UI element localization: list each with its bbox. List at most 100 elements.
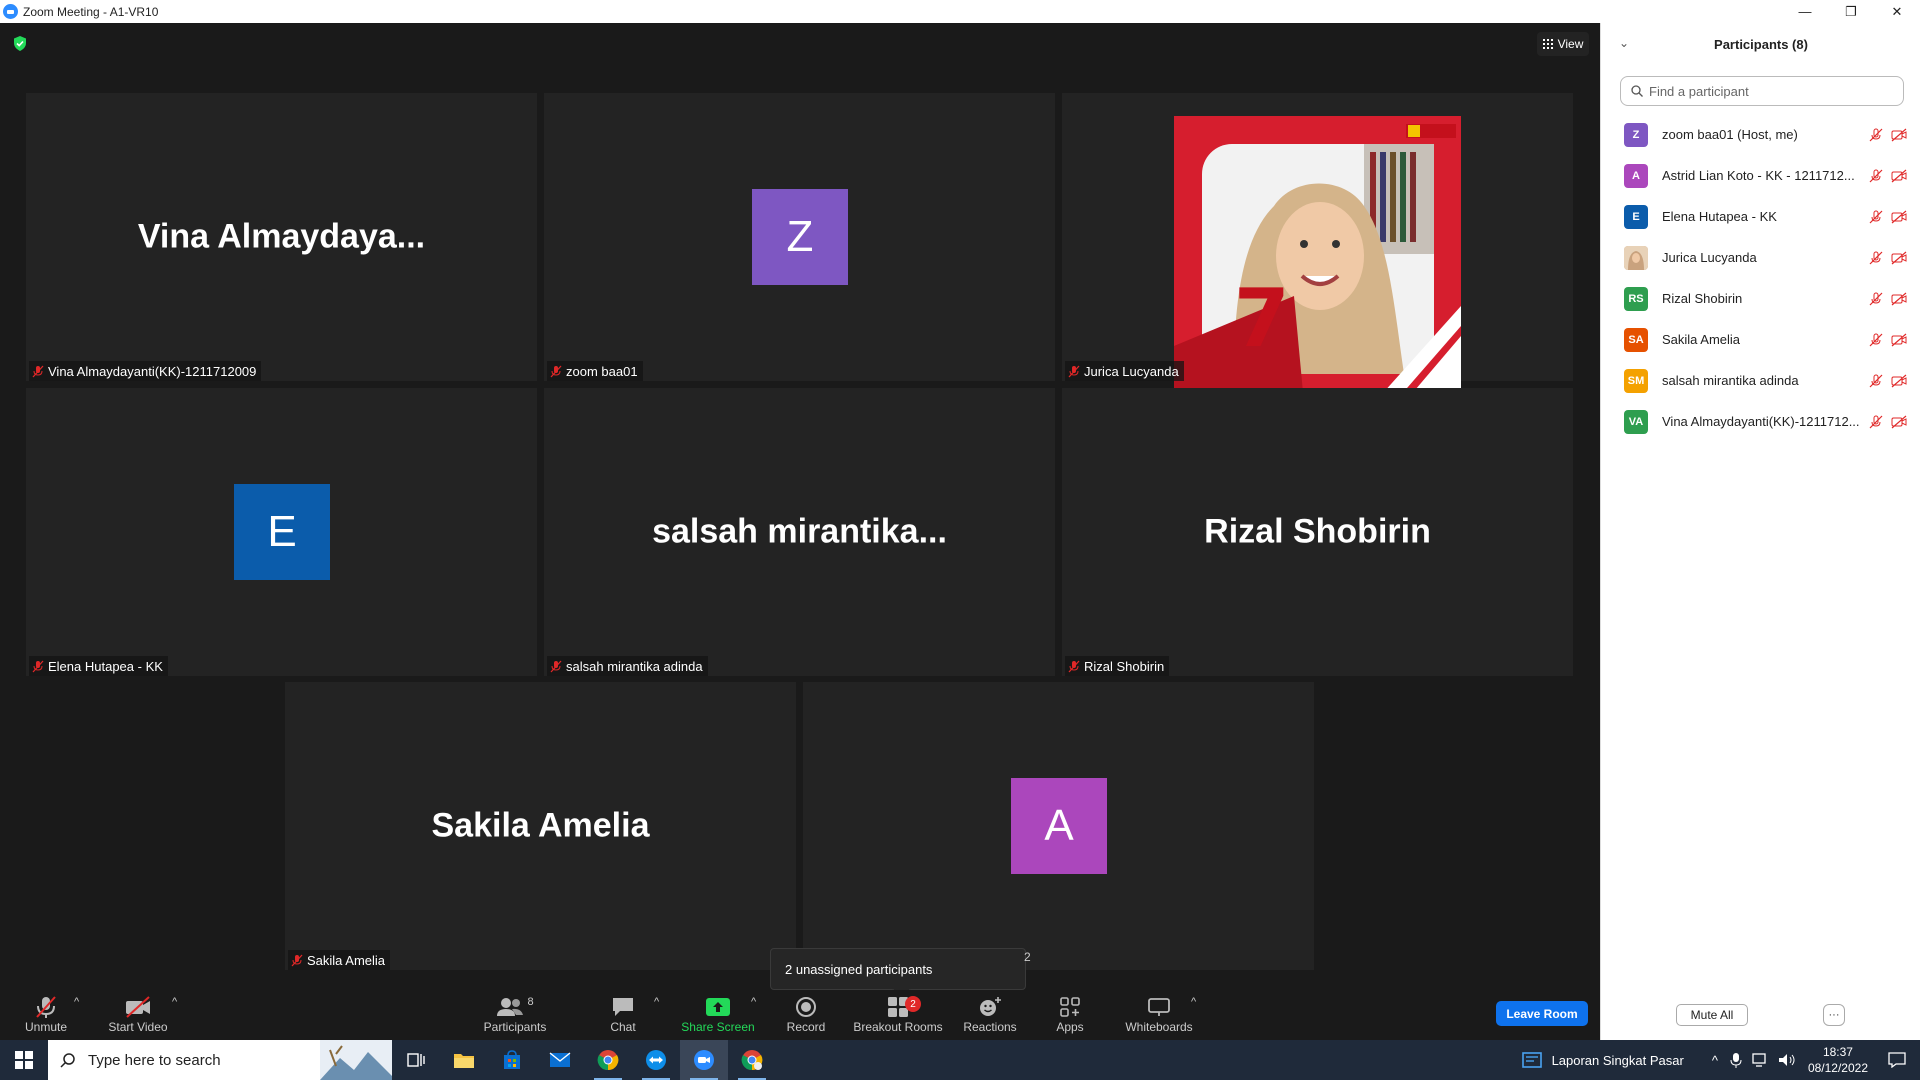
restore-button[interactable]: ❐ [1828,0,1874,23]
apps-button[interactable]: Apps [1052,990,1088,1040]
mic-muted-icon [1869,374,1883,387]
encryption-shield-icon[interactable] [13,36,27,51]
notifications-icon[interactable] [1888,1052,1906,1068]
mic-muted-icon [1068,365,1080,377]
start-video-button[interactable]: Start Video [104,990,172,1040]
participant-avatar: RS [1624,286,1648,311]
whiteboards-options-caret[interactable]: ^ [1191,996,1196,1008]
participant-row[interactable]: VA Vina Almaydayanti(KK)-1211712... [1601,401,1920,442]
minimize-button[interactable]: — [1782,0,1828,23]
taskbar-store[interactable] [488,1040,536,1080]
participant-list: Z zoom baa01 (Host, me) A Astrid Lian Ko… [1601,114,1920,442]
taskbar-chrome-profile[interactable] [728,1040,776,1080]
taskbar-file-explorer[interactable] [440,1040,488,1080]
video-tile[interactable]: E Elena Hutapea - KK [26,388,537,676]
profile-photo-thumbnail [1624,245,1648,270]
tile-name-label: Vina Almaydayanti(KK)-1211712009 [29,361,262,381]
taskbar-search-placeholder: Type here to search [88,1051,221,1069]
tile-name-label: zoom baa01 [547,361,643,381]
view-button[interactable]: View [1537,32,1589,56]
system-tray: Laporan Singkat Pasar ^ 18:37 08/12/2022 [1521,1040,1920,1080]
participants-panel-title: Participants (8) [1714,37,1808,52]
taskbar-chrome[interactable] [584,1040,632,1080]
participant-name: Rizal Shobirin [1662,291,1743,306]
participant-display-name: Vina Almaydaya... [137,217,426,256]
breakout-rooms-button[interactable]: 2 Breakout Rooms [852,990,944,1040]
news-widget-text[interactable]: Laporan Singkat Pasar [1552,1053,1684,1068]
participant-name: Jurica Lucyanda [1662,250,1757,265]
share-screen-button[interactable]: Share Screen [678,990,758,1040]
task-view-button[interactable] [392,1040,440,1080]
participant-row[interactable]: Z zoom baa01 (Host, me) [1601,114,1920,155]
video-off-icon [1891,333,1907,346]
network-icon[interactable] [1752,1053,1770,1067]
tile-name-label: salsah mirantika adinda [547,656,708,676]
taskbar-search-box[interactable]: Type here to search [48,1040,392,1080]
view-label: View [1557,37,1584,51]
clock[interactable]: 18:37 08/12/2022 [1808,1044,1868,1076]
windows-taskbar: Type here to search Laporan Singkat Pasa… [0,1040,1920,1080]
video-options-caret[interactable]: ^ [172,996,177,1008]
chat-options-caret[interactable]: ^ [654,996,659,1008]
reactions-button[interactable]: Reactions [962,990,1018,1040]
video-tile[interactable]: Vina Almaydaya... Vina Almaydayanti(KK)-… [26,93,537,381]
mic-muted-icon [1869,415,1883,428]
participant-row[interactable]: Jurica Lucyanda [1601,237,1920,278]
zoom-icon [694,1050,714,1070]
video-tile[interactable]: salsah mirantika... salsah mirantika adi… [544,388,1055,676]
store-icon [504,1050,520,1069]
video-tile[interactable]: Z zoom baa01 [544,93,1055,381]
participant-name: Sakila Amelia [1662,332,1741,347]
chrome-icon [597,1050,619,1071]
show-hidden-icons-chevron-icon[interactable]: ^ [1712,1053,1718,1068]
participant-row[interactable]: SA Sakila Amelia [1601,319,1920,360]
participant-row[interactable]: SM salsah mirantika adinda [1601,360,1920,401]
participant-avatar: Z [752,189,848,285]
chat-icon [613,998,633,1016]
more-options-button[interactable]: ··· [1823,1004,1845,1026]
taskbar-zoom[interactable] [680,1040,728,1080]
video-off-icon [1891,169,1907,182]
news-widget-icon[interactable] [1521,1051,1542,1069]
apps-icon [1060,997,1080,1017]
video-tile[interactable]: A [803,682,1314,970]
participant-row[interactable]: RS Rizal Shobirin [1601,278,1920,319]
leave-room-button[interactable]: Leave Room [1496,1001,1588,1026]
mic-muted-icon [36,996,56,1018]
volume-icon[interactable] [1778,1053,1796,1067]
share-options-caret[interactable]: ^ [751,996,756,1008]
video-off-icon [1891,292,1907,305]
reactions-icon [980,997,1001,1016]
participant-avatar: VA [1624,409,1648,434]
whiteboard-icon [1148,998,1170,1016]
participant-search-input[interactable]: Find a participant [1620,76,1904,106]
taskbar-mail[interactable] [536,1040,584,1080]
participant-row[interactable]: A Astrid Lian Koto - KK - 1211712... [1601,155,1920,196]
search-icon [60,1053,75,1068]
video-tile[interactable]: Sakila Amelia Sakila Amelia [285,682,796,970]
participant-avatar: A [1011,778,1107,874]
start-button[interactable] [0,1040,48,1080]
participants-button[interactable]: 8 Participants [480,990,550,1040]
participant-row[interactable]: E Elena Hutapea - KK [1601,196,1920,237]
title-bar: Zoom Meeting - A1-VR10 — ❐ ✕ [0,0,1920,23]
participant-display-name: salsah mirantika... [652,512,947,551]
chat-button[interactable]: Chat [600,990,646,1040]
meeting-area: View Vina Almaydaya... Vina Almaydayanti… [0,23,1600,990]
taskbar-teamviewer[interactable] [632,1040,680,1080]
unmute-button[interactable]: Unmute [18,990,74,1040]
breakout-badge: 2 [905,996,921,1012]
mail-icon [549,1052,571,1067]
mic-muted-icon [550,660,562,672]
participants-count: 8 [527,996,534,1008]
whiteboards-button[interactable]: Whiteboards [1124,990,1194,1040]
participants-icon [497,998,524,1016]
close-button[interactable]: ✕ [1874,0,1920,23]
record-button[interactable]: Record [782,990,830,1040]
zoom-app-icon [3,4,18,19]
mute-all-button[interactable]: Mute All [1676,1004,1748,1026]
video-tile[interactable]: Rizal Shobirin Rizal Shobirin [1062,388,1573,676]
audio-options-caret[interactable]: ^ [74,996,79,1008]
participant-photo-avatar [1624,245,1648,270]
microphone-icon[interactable] [1730,1052,1742,1068]
